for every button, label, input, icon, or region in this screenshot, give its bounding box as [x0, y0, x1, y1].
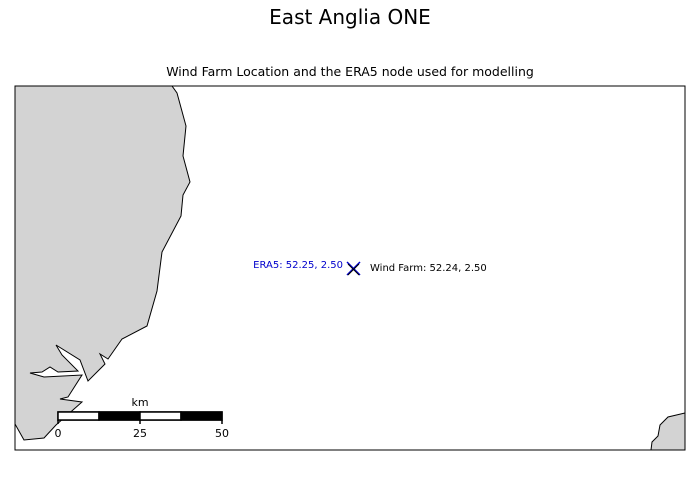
- era5-marker: [346, 261, 361, 276]
- era5-label: ERA5: 52.25, 2.50: [253, 260, 343, 271]
- scale-bar-tick-0: 0: [55, 427, 62, 440]
- scale-bar-segment: [98, 411, 141, 421]
- scale-bar-segment: [57, 411, 100, 421]
- east-anglia-landmass: [15, 86, 191, 441]
- scale-bar-segment: [180, 411, 223, 421]
- wind-farm-label: Wind Farm: 52.24, 2.50: [370, 263, 487, 274]
- scale-bar-segment: [139, 411, 182, 421]
- scale-bar-unit: km: [131, 396, 148, 409]
- scale-bar-tick-50: 50: [215, 427, 229, 440]
- map-canvas: ERA5: 52.25, 2.50 Wind Farm: 52.24, 2.50…: [14, 85, 686, 451]
- continental-coast-landmass: [650, 412, 685, 450]
- wind-farm-marker: [347, 263, 360, 276]
- scale-bar-tick-25: 25: [133, 427, 147, 440]
